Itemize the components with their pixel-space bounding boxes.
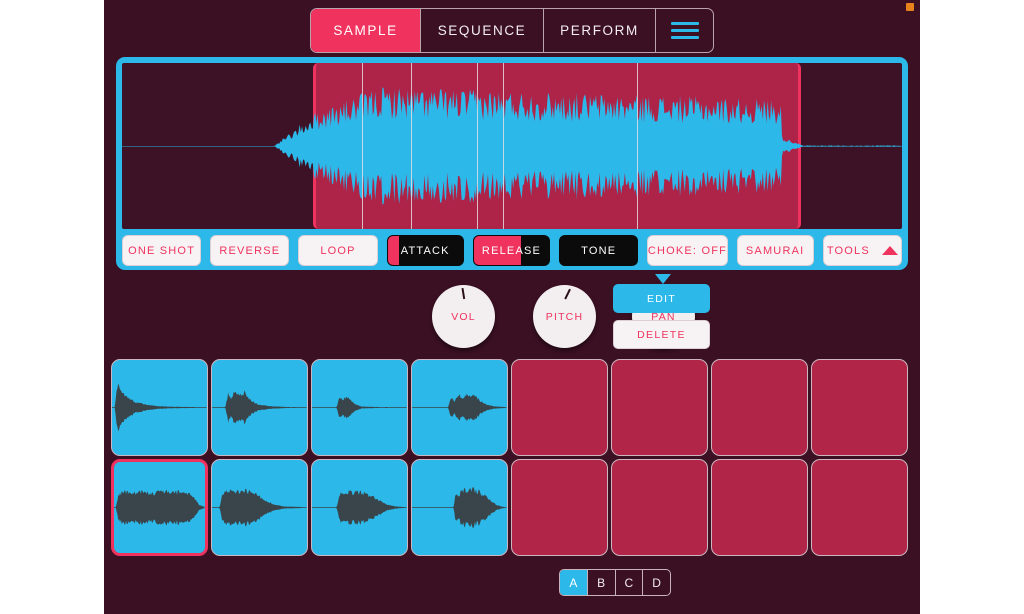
tab-perform[interactable]: PERFORM xyxy=(544,9,656,52)
tab-sample[interactable]: SAMPLE xyxy=(311,9,421,52)
slice-marker-2[interactable] xyxy=(410,63,412,229)
tab-sequence-label: SEQUENCE xyxy=(437,23,527,38)
bank-label: B xyxy=(597,575,606,590)
record-status-dot xyxy=(906,3,914,11)
release-button[interactable]: RELEASE xyxy=(472,235,551,266)
waveform-panel: ONE SHOT REVERSE LOOP ATTACK RELEASE TON… xyxy=(116,57,908,270)
bank-button-b[interactable]: B xyxy=(588,570,616,595)
chevron-up-icon xyxy=(881,246,898,255)
edit-label: EDIT xyxy=(646,292,677,305)
pad-8[interactable] xyxy=(811,359,908,456)
pad-1[interactable] xyxy=(111,359,208,456)
pad-14[interactable] xyxy=(611,459,708,556)
tab-perform-label: PERFORM xyxy=(560,23,639,38)
pitch-knob-indicator xyxy=(563,288,571,300)
pad-15[interactable] xyxy=(711,459,808,556)
pitch-knob-label: PITCH xyxy=(545,310,584,323)
pad-13[interactable] xyxy=(511,459,608,556)
tone-label: TONE xyxy=(581,244,617,257)
app-root: SAMPLE SEQUENCE PERFORM ONE SHOT REVERSE xyxy=(104,0,920,614)
waveform-graphic xyxy=(122,87,901,205)
delete-button[interactable]: DELETE xyxy=(613,320,710,349)
choke-label: CHOKE: OFF xyxy=(647,244,728,257)
pad-2[interactable] xyxy=(211,359,308,456)
pad-row xyxy=(111,359,913,456)
reverse-button[interactable]: REVERSE xyxy=(210,235,290,266)
pad-12[interactable] xyxy=(411,459,508,556)
slice-marker-1[interactable] xyxy=(362,63,364,229)
pad-9[interactable] xyxy=(111,459,208,556)
pad-7[interactable] xyxy=(711,359,808,456)
bank-button-d[interactable]: D xyxy=(643,570,670,595)
loop-button[interactable]: LOOP xyxy=(298,235,378,266)
bank-label: D xyxy=(652,575,661,590)
tools-label: TOOLS xyxy=(826,244,870,257)
samurai-label: SAMURAI xyxy=(745,244,805,257)
bank-selector: A B C D xyxy=(559,569,671,596)
edit-menu-caret-icon xyxy=(655,274,671,284)
bank-button-a[interactable]: A xyxy=(560,570,588,595)
pitch-knob[interactable]: PITCH xyxy=(533,285,596,348)
release-label: RELEASE xyxy=(481,244,542,257)
slice-marker-5[interactable] xyxy=(636,63,638,229)
attack-level-bar xyxy=(387,236,399,265)
attack-label: ATTACK xyxy=(400,244,450,257)
pad-4[interactable] xyxy=(411,359,508,456)
pad-3[interactable] xyxy=(311,359,408,456)
tone-button[interactable]: TONE xyxy=(559,235,639,266)
slice-marker-4[interactable] xyxy=(502,63,504,229)
waveform-display[interactable] xyxy=(122,63,902,229)
tools-button[interactable]: TOOLS xyxy=(822,235,902,266)
bank-label: A xyxy=(569,575,578,590)
reverse-label: REVERSE xyxy=(219,244,281,257)
delete-label: DELETE xyxy=(637,328,686,341)
tab-sample-label: SAMPLE xyxy=(333,23,398,38)
volume-knob-label: VOL xyxy=(451,310,476,323)
slice-marker-3[interactable] xyxy=(476,63,478,229)
hamburger-menu-icon xyxy=(670,22,699,39)
one-shot-label: ONE SHOT xyxy=(128,244,196,257)
volume-knob-indicator xyxy=(460,288,465,300)
samurai-button[interactable]: SAMURAI xyxy=(736,235,814,266)
volume-knob[interactable]: VOL xyxy=(432,285,495,348)
bank-button-c[interactable]: C xyxy=(616,570,644,595)
menu-button[interactable] xyxy=(656,9,713,52)
pad-11[interactable] xyxy=(311,459,408,556)
edit-button[interactable]: EDIT xyxy=(613,284,710,313)
pad-6[interactable] xyxy=(611,359,708,456)
pad-10[interactable] xyxy=(211,459,308,556)
top-tab-bar: SAMPLE SEQUENCE PERFORM xyxy=(310,8,714,53)
pad-row xyxy=(111,459,913,556)
attack-button[interactable]: ATTACK xyxy=(386,235,464,266)
loop-label: LOOP xyxy=(320,244,356,257)
one-shot-button[interactable]: ONE SHOT xyxy=(122,235,202,266)
pad-5[interactable] xyxy=(511,359,608,456)
choke-button[interactable]: CHOKE: OFF xyxy=(647,235,728,266)
tab-sequence[interactable]: SEQUENCE xyxy=(421,9,544,52)
pad-16[interactable] xyxy=(811,459,908,556)
pad-grid xyxy=(111,359,913,559)
sample-mode-button-row: ONE SHOT REVERSE LOOP ATTACK RELEASE TON… xyxy=(116,235,908,266)
bank-label: C xyxy=(624,575,634,590)
